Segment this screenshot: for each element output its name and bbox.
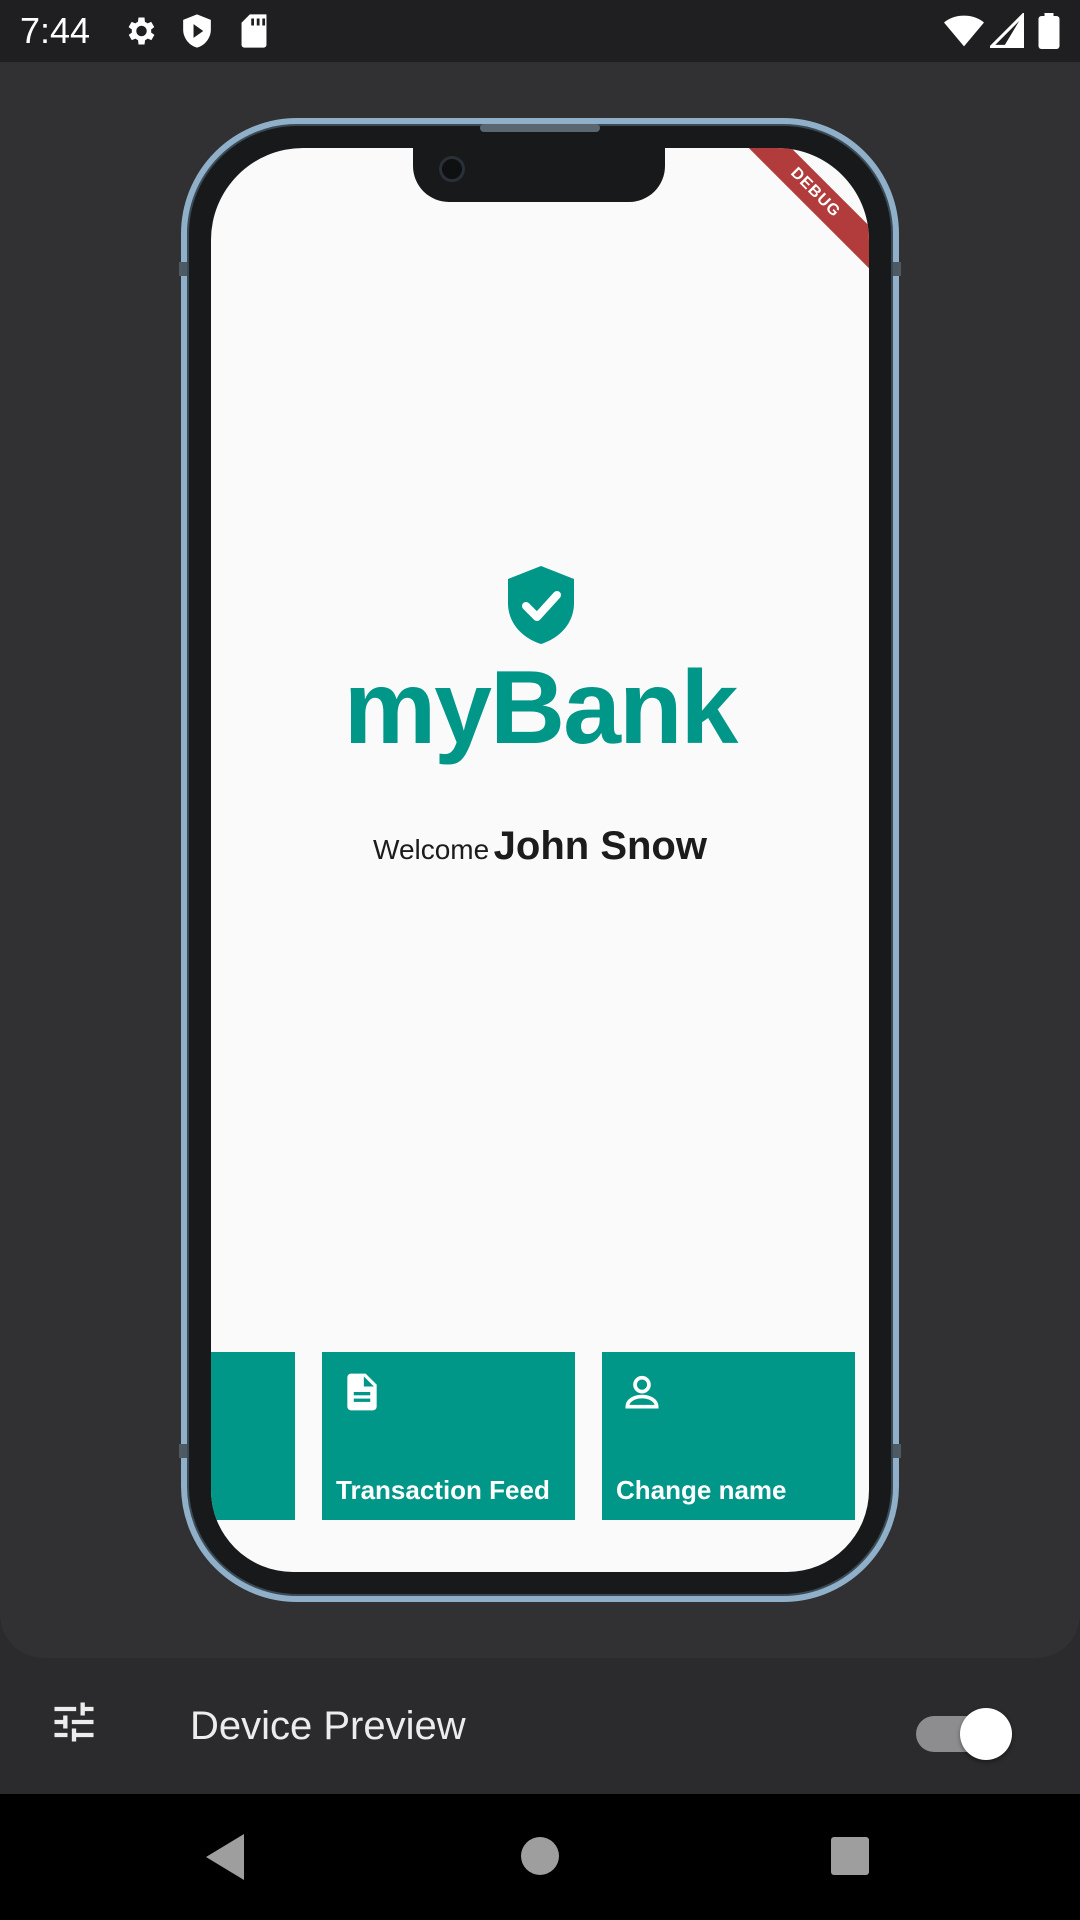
document-icon <box>340 1370 384 1414</box>
phone-side-button <box>893 1444 901 1458</box>
status-bar: 7:44 <box>0 0 1080 62</box>
settings-icon <box>122 13 158 49</box>
transaction-feed-tile[interactable]: Transaction Feed <box>322 1352 575 1520</box>
app-title: myBank <box>343 650 739 766</box>
phone-speaker-bar <box>480 124 600 132</box>
device-preview-toolbar: Device Preview <box>0 1658 1080 1794</box>
play-protect-icon <box>180 13 214 49</box>
person-icon <box>620 1370 664 1414</box>
phone-side-button <box>179 262 187 276</box>
phone-side-button <box>893 262 901 276</box>
tile-label: Change name <box>616 1475 787 1505</box>
device-preview-toggle[interactable] <box>916 1704 1012 1764</box>
back-icon[interactable] <box>206 1834 246 1885</box>
shield-check-icon <box>508 566 574 644</box>
welcome-line: Welcome John Snow <box>211 822 869 879</box>
battery-icon <box>1038 13 1060 49</box>
app-screen: DEBUG myBank Welcome John Snow Transacti… <box>211 148 869 1572</box>
tune-icon[interactable] <box>48 1696 100 1748</box>
sd-card-icon <box>238 13 270 49</box>
home-icon[interactable] <box>520 1836 560 1881</box>
change-name-tile[interactable]: Change name <box>602 1352 855 1520</box>
welcome-label: Welcome <box>373 834 490 865</box>
status-time: 7:44 <box>20 10 91 51</box>
wifi-icon <box>944 13 984 49</box>
camera-icon <box>439 156 465 182</box>
navigation-bar <box>0 1794 1080 1920</box>
signal-icon <box>990 13 1024 49</box>
phone-side-button <box>179 1444 187 1458</box>
tile-label: Transaction Feed <box>336 1475 550 1505</box>
user-name: John Snow <box>493 824 707 868</box>
toolbar-title: Device Preview <box>190 1704 466 1748</box>
toggle-thumb <box>960 1708 1012 1760</box>
recents-icon[interactable] <box>830 1836 870 1881</box>
phone-notch <box>413 148 665 202</box>
menu-tile[interactable] <box>211 1352 295 1520</box>
